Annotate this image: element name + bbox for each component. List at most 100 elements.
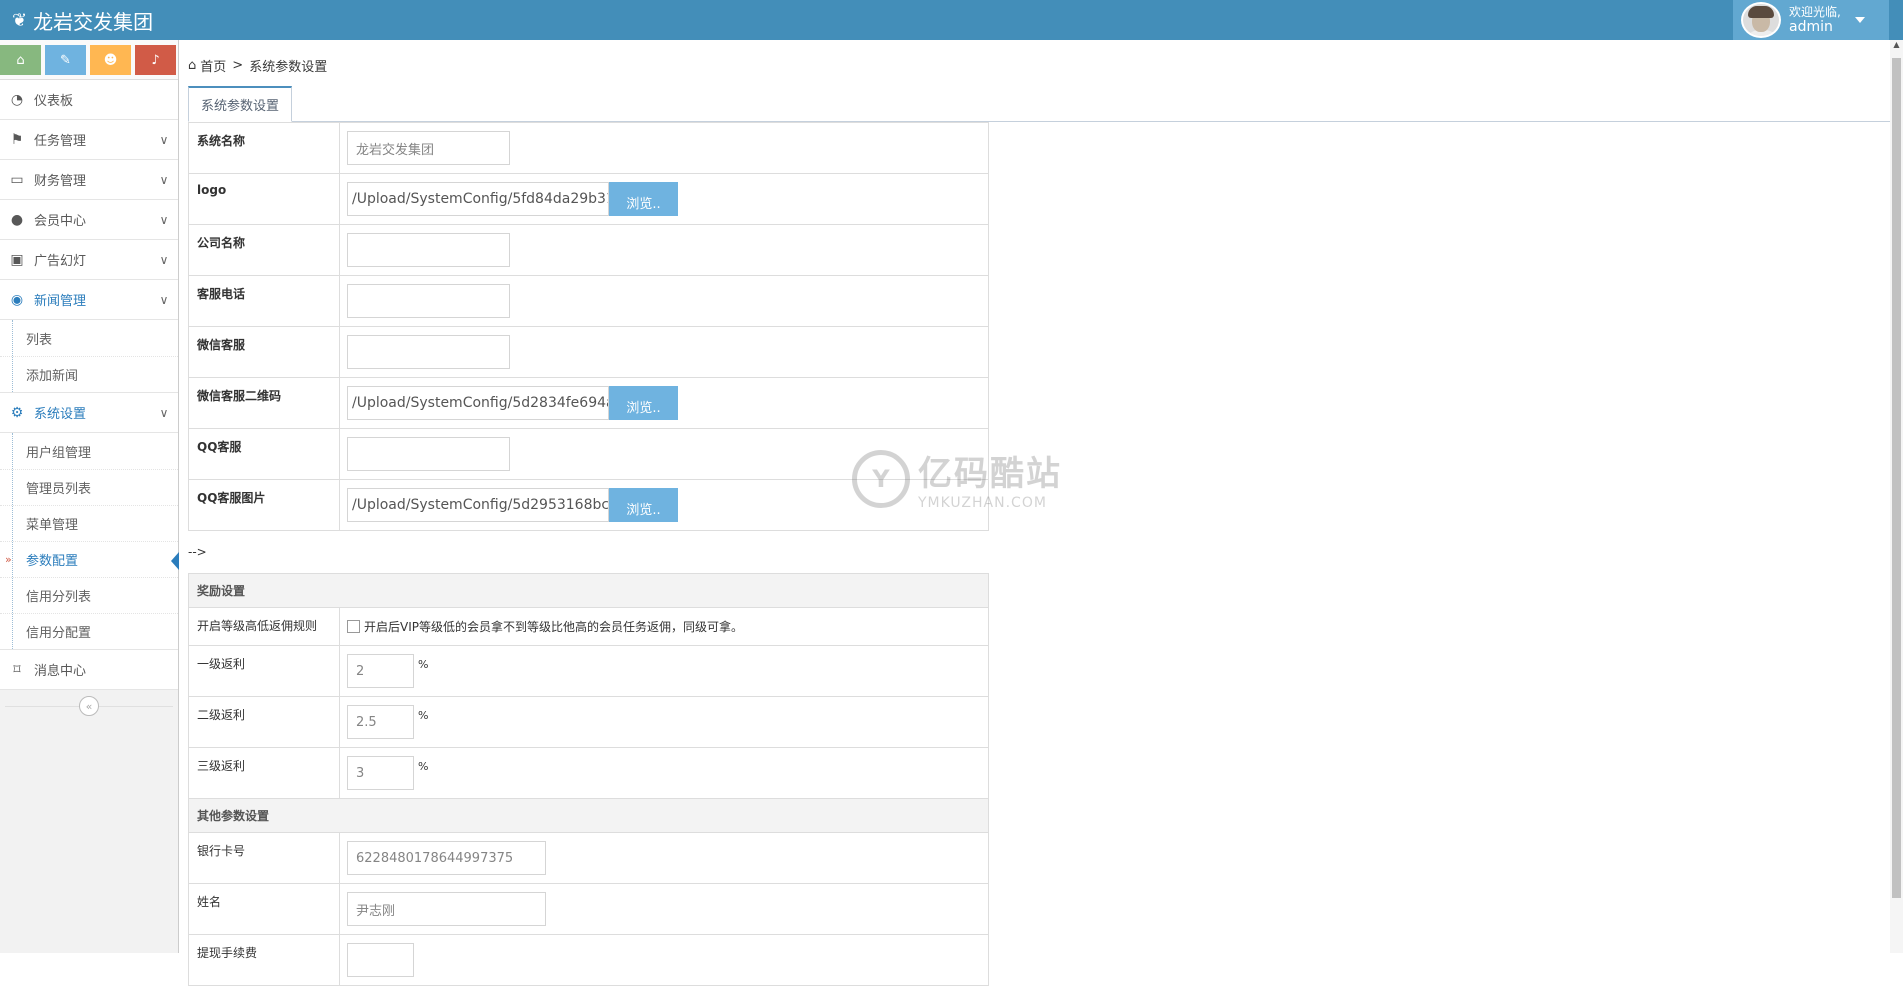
picture-icon: ▣ — [10, 251, 24, 268]
sidebar: ⌂ ✎ ☻ ♪ ◔ 仪表板 ⚑ 任务管理 ∨ ▭ 财务管理 ∨ ● 会员中心 ∨… — [0, 40, 179, 953]
top-navbar: ❦ 龙岩交发集团 欢迎光临, admin — [0, 0, 1903, 40]
withdraw-fee-input[interactable] — [347, 943, 414, 977]
watermark-cn: 亿码酷站 — [918, 454, 1062, 494]
level1-rebate-input[interactable]: 2 — [347, 654, 414, 688]
chevron-down-icon: ∨ — [159, 212, 169, 227]
field-label: 银行卡号 — [188, 832, 340, 884]
field-label: 一级返利 — [188, 645, 340, 697]
reward-settings-table: 奖励设置 开启等级高低返佣规则 开启后VIP等级低的会员拿不到等级比他高的会员任… — [188, 573, 989, 986]
sidebar-item-task[interactable]: ⚑ 任务管理 ∨ — [0, 120, 178, 160]
users-icon: ☻ — [103, 52, 118, 68]
percent-unit: % — [418, 658, 429, 671]
table-row: 公司名称 — [188, 224, 989, 276]
company-name-input[interactable] — [347, 233, 510, 267]
service-phone-input[interactable] — [347, 284, 510, 318]
chevron-down-icon: ∨ — [159, 172, 169, 187]
qq-image-file-input[interactable]: /Upload/SystemConfig/5d2953168bc — [347, 488, 609, 522]
scrollbar-thumb[interactable] — [1892, 58, 1901, 898]
breadcrumb-separator: > — [232, 57, 244, 73]
qq-service-input[interactable] — [347, 437, 510, 471]
percent-unit: % — [418, 709, 429, 722]
user-menu[interactable]: 欢迎光临, admin — [1733, 0, 1889, 40]
field-label: 开启等级高低返佣规则 — [188, 607, 340, 646]
sidebar-subitem-news-list[interactable]: 列表 — [0, 320, 178, 356]
sidebar-item-label: 会员中心 — [34, 214, 87, 229]
brand[interactable]: ❦ 龙岩交发集团 — [12, 6, 153, 35]
sidebar-item-label: 任务管理 — [34, 134, 87, 149]
table-row: 客服电话 — [188, 275, 989, 327]
double-angle-right-icon: » — [5, 553, 12, 566]
bank-card-input[interactable]: 6228480178644997375 — [347, 841, 546, 875]
chevron-down-icon: ∨ — [159, 292, 169, 307]
sidebar-collapse: « — [0, 690, 178, 722]
pencil-shortcut-button[interactable]: ✎ — [45, 45, 86, 75]
wechat-qr-file-input[interactable]: /Upload/SystemConfig/5d2834fe694a — [347, 386, 609, 420]
sidebar-item-label: 广告幻灯 — [34, 254, 87, 269]
level3-rebate-input[interactable]: 3 — [347, 756, 414, 790]
sidebar-subitem-user-groups[interactable]: 用户组管理 — [0, 433, 178, 469]
sidebar-item-message[interactable]: ⌑ 消息中心 — [0, 650, 178, 690]
sidebar-item-system[interactable]: ⚙ 系统设置 ∨ — [0, 393, 178, 433]
table-row: 姓名 尹志刚 — [188, 883, 989, 935]
sidebar-item-finance[interactable]: ▭ 财务管理 ∨ — [0, 160, 178, 200]
sidebar-item-label: 新闻管理 — [34, 294, 87, 309]
scroll-up-icon[interactable]: ▲ — [1890, 40, 1903, 57]
site-name-input[interactable]: 龙岩交发集团 — [347, 131, 510, 165]
sidebar-item-news[interactable]: ◉ 新闻管理 ∨ — [0, 280, 178, 320]
watermark: Y 亿码酷站 YMKUZHAN.COM — [852, 446, 1062, 511]
table-row: 一级返利 2% — [188, 645, 989, 697]
table-row: 微信客服二维码 /Upload/SystemConfig/5d2834fe694… — [188, 377, 989, 429]
field-label: 系统名称 — [188, 122, 340, 174]
leaf-icon: ❦ — [12, 10, 28, 31]
sidebar-subitem-params[interactable]: » 参数配置 — [0, 541, 179, 577]
system-submenu: 用户组管理 管理员列表 菜单管理 » 参数配置 信用分列表 信用分配置 — [0, 433, 179, 650]
field-label: 三级返利 — [188, 747, 340, 799]
table-row: 开启等级高低返佣规则 开启后VIP等级低的会员拿不到等级比他高的会员任务返佣，同… — [188, 607, 989, 646]
table-row: 提现手续费 — [188, 934, 989, 986]
sidebar-item-dashboard[interactable]: ◔ 仪表板 — [0, 80, 178, 120]
sidebar-item-label: 财务管理 — [34, 174, 87, 189]
sidebar-subitem-credit-config[interactable]: 信用分配置 — [0, 613, 178, 649]
breadcrumb-current: 系统参数设置 — [249, 59, 328, 75]
sidebar-subitem-credit-list[interactable]: 信用分列表 — [0, 577, 178, 613]
home-shortcut-button[interactable]: ⌂ — [0, 45, 41, 75]
field-label: 客服电话 — [188, 275, 340, 327]
qq-image-browse-button[interactable]: 浏览.. — [609, 488, 678, 522]
account-name-input[interactable]: 尹志刚 — [347, 892, 546, 926]
table-row: 微信客服 — [188, 326, 989, 378]
sidebar-item-member[interactable]: ● 会员中心 ∨ — [0, 200, 178, 240]
logo-browse-button[interactable]: 浏览.. — [609, 182, 678, 216]
sidebar-subitem-add-news[interactable]: 添加新闻 — [0, 356, 178, 392]
sidebar-subitem-admin-list[interactable]: 管理员列表 — [0, 469, 178, 505]
app-title: 龙岩交发集团 — [33, 10, 154, 34]
logo-file-input[interactable]: /Upload/SystemConfig/5fd84da29b31 — [347, 182, 609, 216]
sidebar-item-ads[interactable]: ▣ 广告幻灯 ∨ — [0, 240, 178, 280]
breadcrumb-home-link[interactable]: 首页 — [200, 56, 226, 75]
table-row: 二级返利 2.5% — [188, 696, 989, 748]
bell-icon: ♪ — [151, 52, 160, 68]
tab-system-params[interactable]: 系统参数设置 — [188, 86, 293, 122]
collapse-sidebar-button[interactable]: « — [79, 696, 99, 716]
field-label: 提现手续费 — [188, 934, 340, 986]
globe-icon: ◉ — [10, 291, 24, 308]
bell-shortcut-button[interactable]: ♪ — [135, 45, 176, 75]
wechat-qr-browse-button[interactable]: 浏览.. — [609, 386, 678, 420]
watermark-en: YMKUZHAN.COM — [918, 495, 1047, 511]
welcome-text: 欢迎光临, — [1789, 5, 1841, 19]
user-name: admin — [1789, 19, 1833, 35]
reward-section-title: 奖励设置 — [188, 573, 989, 608]
page-scrollbar[interactable]: ▲ — [1890, 40, 1903, 953]
chevron-down-icon: ∨ — [159, 405, 169, 420]
home-icon: ⌂ — [16, 52, 25, 68]
level2-rebate-input[interactable]: 2.5 — [347, 705, 414, 739]
chevron-down-icon: ∨ — [159, 252, 169, 267]
rebate-rule-checkbox[interactable] — [347, 620, 360, 633]
caret-down-icon — [1854, 17, 1865, 23]
sidebar-subitem-label: 参数配置 — [26, 554, 79, 569]
sidebar-subitem-menu-manage[interactable]: 菜单管理 — [0, 505, 178, 541]
percent-unit: % — [418, 760, 429, 773]
users-shortcut-button[interactable]: ☻ — [90, 45, 131, 75]
wechat-service-input[interactable] — [347, 335, 510, 369]
sidebar-item-label: 消息中心 — [34, 664, 87, 679]
home-icon: ⌂ — [188, 57, 197, 73]
